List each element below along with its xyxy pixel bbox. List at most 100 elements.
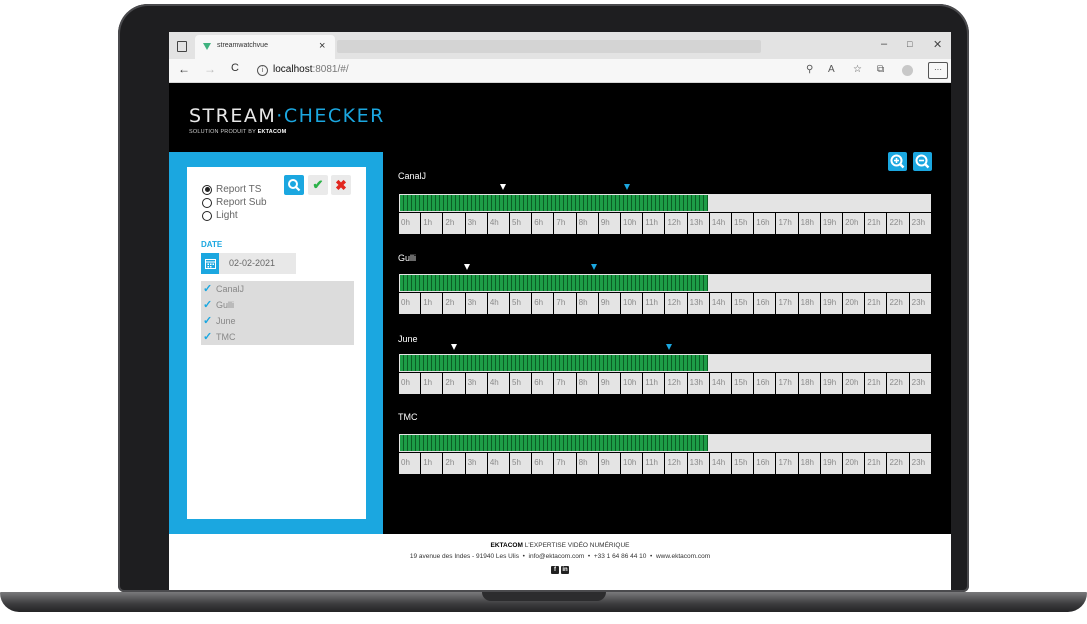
blue-marker-icon[interactable] (665, 344, 672, 350)
hour-cell[interactable]: 12h (665, 213, 688, 234)
hour-cell[interactable]: 21h (865, 213, 888, 234)
hour-cell[interactable]: 20h (843, 213, 866, 234)
hour-cell[interactable]: 16h (754, 373, 777, 394)
hour-cell[interactable]: 3h (465, 293, 488, 314)
hour-cell[interactable]: 6h (532, 293, 555, 314)
hour-cell[interactable]: 8h (576, 293, 599, 314)
hour-cell[interactable]: 20h (843, 293, 866, 314)
hour-cell[interactable]: 1h (421, 293, 444, 314)
hour-cell[interactable]: 5h (510, 293, 533, 314)
hour-cell[interactable]: 17h (776, 213, 799, 234)
hour-cell[interactable]: 15h (732, 213, 755, 234)
hour-cell[interactable]: 18h (798, 453, 821, 474)
timeline-bar[interactable] (399, 354, 931, 372)
hour-cell[interactable]: 7h (554, 373, 577, 394)
hour-cell[interactable]: 0h (399, 373, 422, 394)
hour-cell[interactable]: 9h (598, 213, 622, 234)
hour-cell[interactable]: 18h (798, 293, 821, 314)
hour-cell[interactable]: 11h (643, 373, 666, 394)
hour-cell[interactable]: 3h (465, 373, 488, 394)
hour-cell[interactable]: 15h (732, 453, 755, 474)
zoom-out-button[interactable] (913, 152, 932, 171)
hour-cell[interactable]: 17h (776, 453, 799, 474)
radio-report-ts[interactable]: Report TS (202, 184, 261, 195)
hour-cell[interactable]: 17h (776, 293, 799, 314)
back-button[interactable]: ← (178, 62, 190, 76)
white-marker-icon[interactable] (464, 264, 471, 270)
tab-actions-icon[interactable] (177, 41, 187, 52)
hour-cell[interactable]: 21h (865, 453, 888, 474)
hour-cell[interactable]: 6h (532, 373, 555, 394)
hour-cell[interactable]: 10h (621, 293, 644, 314)
hour-cell[interactable]: 16h (754, 453, 777, 474)
hour-cell[interactable]: 11h (643, 293, 666, 314)
radio-report-sub[interactable]: Report Sub (202, 197, 267, 208)
hour-cell[interactable]: 2h (443, 293, 466, 314)
hour-cell[interactable]: 15h (732, 293, 755, 314)
close-window-button[interactable]: ✕ (933, 38, 942, 51)
hour-cell[interactable]: 17h (776, 373, 799, 394)
blue-marker-icon[interactable] (590, 264, 597, 270)
forward-button[interactable]: → (204, 62, 216, 76)
hour-cell[interactable]: 4h (487, 373, 511, 394)
hour-cell[interactable]: 10h (621, 213, 644, 234)
hour-cell[interactable]: 20h (843, 373, 866, 394)
hour-cell[interactable]: 8h (576, 373, 599, 394)
minimize-button[interactable]: – (881, 38, 887, 50)
hour-cell[interactable]: 8h (576, 213, 599, 234)
site-info-icon[interactable]: i (257, 65, 268, 76)
hour-cell[interactable]: 4h (487, 453, 511, 474)
hour-cell[interactable]: 14h (709, 373, 733, 394)
blue-marker-icon[interactable] (623, 184, 630, 190)
timeline-tmc[interactable]: 0h 1h 2h 3h 4h 5h 6h 7h 8h 9h 10h 11h 12h 13h 14h 15h 16… (399, 434, 931, 474)
hour-cell[interactable]: 18h (798, 373, 821, 394)
linkedin-icon[interactable]: in (561, 566, 569, 574)
timeline-canalj[interactable]: 0h 1h 2h 3h 4h 5h 6h 7h 8h 9h 10h 11h 12h 13h 14h 15h 16… (399, 184, 931, 234)
hour-cell[interactable]: 13h (687, 213, 710, 234)
hour-cell[interactable]: 23h (909, 213, 931, 234)
hour-cell[interactable]: 22h (887, 213, 910, 234)
footer-website[interactable]: www.ektacom.com (656, 553, 710, 560)
hour-cell[interactable]: 14h (709, 213, 733, 234)
hour-cell[interactable]: 12h (665, 293, 688, 314)
hour-cell[interactable]: 8h (576, 453, 599, 474)
hour-cell[interactable]: 13h (687, 453, 710, 474)
timeline-bar[interactable] (399, 274, 931, 292)
hour-cell[interactable]: 0h (399, 453, 422, 474)
hour-cell[interactable]: 2h (443, 373, 466, 394)
channel-checkbox-june[interactable]: ✓ June (201, 313, 354, 329)
facebook-icon[interactable]: f (551, 566, 559, 574)
timeline-gulli[interactable]: 0h 1h 2h 3h 4h 5h 6h 7h 8h 9h 10h 11h 12h 13h 14h 15h 16… (399, 264, 931, 314)
hour-cell[interactable]: 10h (621, 453, 644, 474)
search-button[interactable] (284, 175, 304, 195)
hour-cell[interactable]: 23h (909, 373, 931, 394)
hour-cell[interactable]: 4h (487, 293, 511, 314)
validate-button[interactable]: ✔ (308, 175, 328, 195)
hour-cell[interactable]: 1h (421, 373, 444, 394)
hour-cell[interactable]: 21h (865, 293, 888, 314)
white-marker-icon[interactable] (450, 344, 457, 350)
hour-cell[interactable]: 21h (865, 373, 888, 394)
hour-cell[interactable]: 13h (687, 293, 710, 314)
hour-cell[interactable]: 4h (487, 213, 511, 234)
hour-cell[interactable]: 15h (732, 373, 755, 394)
url-field[interactable]: localhost:8081/#/ (273, 64, 349, 75)
hour-cell[interactable]: 7h (554, 293, 577, 314)
hour-cell[interactable]: 11h (643, 213, 666, 234)
hour-cell[interactable]: 12h (665, 453, 688, 474)
hour-cell[interactable]: 16h (754, 293, 777, 314)
date-input[interactable]: 02-02-2021 (219, 253, 296, 274)
hour-cell[interactable]: 19h (820, 213, 844, 234)
hour-cell[interactable]: 5h (510, 453, 533, 474)
zoom-in-button[interactable] (888, 152, 907, 171)
channel-checkbox-tmc[interactable]: ✓ TMC (201, 329, 354, 345)
footer-email[interactable]: info@ektacom.com (529, 553, 585, 560)
calendar-button[interactable] (201, 253, 219, 274)
hour-cell[interactable]: 20h (843, 453, 866, 474)
channel-checkbox-gulli[interactable]: ✓ Gulli (201, 297, 354, 313)
reload-button[interactable]: C (231, 62, 239, 74)
more-icon[interactable]: ··· (928, 62, 948, 79)
zoom-icon[interactable]: ⚲ (806, 64, 813, 75)
hour-cell[interactable]: 23h (909, 293, 931, 314)
hour-cell[interactable]: 6h (532, 213, 555, 234)
